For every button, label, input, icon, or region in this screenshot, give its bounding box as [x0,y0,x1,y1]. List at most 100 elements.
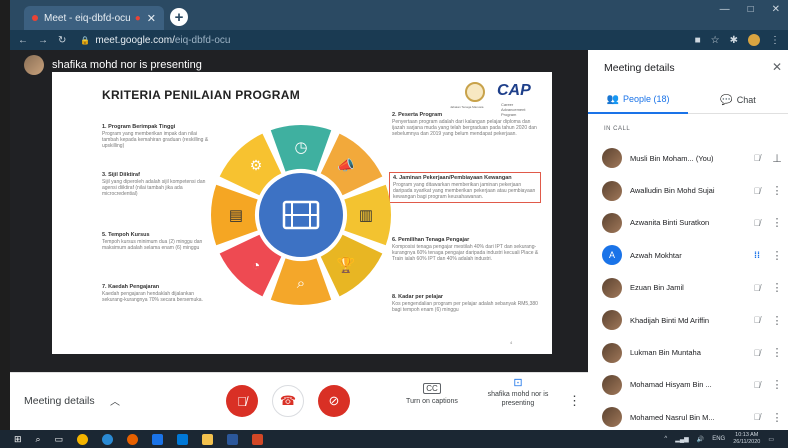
app-icon[interactable] [152,433,164,445]
leave-call-button[interactable]: ☎ [272,385,304,417]
cap-logo: CAP Career Advancement Program [497,82,537,117]
participant-name: Azwanita Binti Suratkon [630,218,710,228]
criteria-heading: 8. Kadar per pelajar [392,294,444,300]
new-tab-button[interactable]: + [170,8,188,26]
tab-audio-icon: ● [134,12,141,24]
tab-title: Meet - eiq-dbfd-ocu [44,12,131,24]
back-icon[interactable]: ← [18,35,28,46]
more-options-icon[interactable]: ⋮ [766,184,788,197]
participant-list: Musli Bin Moham... (You) 🎙̸ ⊥ Awalludin … [588,142,788,434]
avatar [602,374,622,395]
reload-icon[interactable]: ↻ [58,35,66,46]
task-view-icon[interactable]: ▭ [55,434,64,445]
participant-row[interactable]: Ezuan Bin Jamil 🎙̸ ⋮ [588,272,788,304]
mic-off-icon: 🎙̸ [753,315,761,326]
browser-menu-icon[interactable]: ⋮ [770,35,780,46]
tab-close-icon[interactable]: ✕ [147,12,156,25]
avatar [602,310,622,331]
browser-tab[interactable]: Meet - eiq-dbfd-ocu ● ✕ [24,6,164,30]
powerpoint-icon[interactable] [252,433,264,445]
present-screen-icon: ⊡ [513,377,523,389]
participant-name: Awalludin Bin Mohd Sujai [630,186,715,196]
call-controls-bar: Meeting details ︿ 🎙̸ ☎ ⊘ CC Turn on capt… [10,372,588,430]
camera-toggle-button[interactable]: ⊘ [318,385,350,417]
more-options-icon[interactable]: ⋮ [766,216,788,229]
more-options-icon[interactable]: ⋮ [766,346,788,359]
presenter-avatar [24,55,44,75]
tray-chevron-icon[interactable]: ^ [664,436,667,442]
presenting-label: shafika mohd nor is presenting [487,391,549,407]
hang-up-icon: ☎ [279,393,297,408]
criteria-heading: 3. Sijil Diiktiraf [102,172,140,178]
store-icon[interactable] [177,433,189,445]
minimize-button[interactable]: — [720,4,730,15]
edge-icon[interactable] [102,433,114,445]
chevron-up-icon[interactable]: ︿ [110,393,120,408]
extension-icon[interactable]: ✱ [730,35,738,46]
participant-row[interactable]: A Azwah Mokhtar ⁞⁞ ⋮ [588,239,788,271]
document-icon: ▤ [229,207,243,224]
profile-avatar[interactable] [748,34,760,46]
participant-name: Azwah Mokhtar [630,250,682,260]
participant-row[interactable]: Khadijah Binti Md Ariffin 🎙̸ ⋮ [588,304,788,336]
file-explorer-icon[interactable] [202,433,214,445]
camera-indicator-icon[interactable]: ■ [695,35,701,46]
participant-row[interactable]: Musli Bin Moham... (You) 🎙̸ ⊥ [588,142,788,174]
tab-people[interactable]: 👥 People (18) [588,86,688,114]
word-icon[interactable] [227,433,239,445]
tab-chat[interactable]: 💬 Chat [688,86,788,114]
avatar [602,212,622,233]
windows-start-icon[interactable]: ⊞ [14,434,22,445]
book-icon: ▥ [359,207,373,224]
lock-icon[interactable]: 🔒 [80,36,90,45]
meeting-details-button[interactable]: Meeting details [24,395,95,407]
mic-off-icon: 🎙̸ [753,379,761,390]
chrome-icon[interactable] [77,433,89,445]
people-icon: 👥 [606,93,619,105]
search-icon[interactable]: ⌕ [36,434,41,445]
criteria-heading: 6. Pemilihan Tenaga Pengajar [392,237,470,243]
maximize-button[interactable]: □ [748,4,754,15]
more-options-icon[interactable]: ⋮ [766,249,788,262]
criteria-heading: 7. Kaedah Pengajaran [102,284,160,290]
criteria-heading: 1. Program Berimpak Tinggi [102,124,176,130]
avatar [602,148,622,169]
language-indicator[interactable]: ENG [712,436,725,442]
volume-icon[interactable]: 🔊 [697,436,704,443]
more-options-icon[interactable]: ⋮ [766,411,788,424]
pin-icon[interactable]: ⊥ [766,152,788,165]
forward-icon[interactable]: → [38,35,48,46]
more-options-icon[interactable]: ⋮ [766,378,788,391]
participant-row[interactable]: Mohamed Nasrul Bin M... 🎙̸ ⋮ [588,401,788,433]
mic-off-icon: 🎙̸ [753,217,761,228]
close-window-button[interactable]: ✕ [772,4,780,15]
firefox-icon[interactable] [127,433,139,445]
clock[interactable]: 10:13 AM 26/11/2020 [733,432,760,446]
captions-label: Turn on captions [406,398,458,405]
criteria-item-4: 4. Jaminan Pekerjaan/Pembiayaan Kewangan… [389,172,541,203]
notification-icon[interactable]: ▭ [768,436,774,443]
close-icon[interactable]: ✕ [772,60,782,74]
network-icon[interactable]: ▂▄▆ [675,436,688,443]
participant-row[interactable]: Mohamad Hisyam Bin ... 🎙̸ ⋮ [588,369,788,401]
criteria-item-2: 2. Peserta Program Penyertaan program ad… [392,112,542,137]
presenter-text: shafika mohd nor is presenting [52,59,202,71]
participant-row[interactable]: Lukman Bin Muntaha 🎙̸ ⋮ [588,336,788,368]
criteria-item-6: 6. Pemilihan Tenaga Pengajar Komposisi t… [392,237,542,262]
participant-row[interactable]: Awalludin Bin Mohd Sujai 🎙̸ ⋮ [588,174,788,206]
criteria-item-8: 8. Kadar per pelajar Kos pengendalian pr… [392,294,542,313]
captions-button[interactable]: CC Turn on captions [396,383,468,405]
star-icon[interactable]: ☆ [711,35,720,46]
browser-window: Meet - eiq-dbfd-ocu ● ✕ + — □ ✕ ← → ↻ 🔒 … [10,0,788,448]
more-options-icon[interactable]: ⋮ [766,281,788,294]
more-options-icon[interactable]: ⋮ [568,393,581,409]
url-host: meet.google.com/ [95,34,175,46]
mic-toggle-button[interactable]: 🎙̸ [226,385,258,417]
url-field[interactable]: meet.google.com/eiq-dbfd-ocu [95,35,230,46]
more-options-icon[interactable]: ⋮ [766,314,788,327]
avatar [602,407,622,428]
slide-title: KRITERIA PENILAIAN PROGRAM [102,88,301,102]
gear-icon: ⚙ [250,157,263,173]
presenting-button[interactable]: ⊡ shafika mohd nor is presenting [480,377,556,408]
participant-row[interactable]: Azwanita Binti Suratkon 🎙̸ ⋮ [588,207,788,239]
